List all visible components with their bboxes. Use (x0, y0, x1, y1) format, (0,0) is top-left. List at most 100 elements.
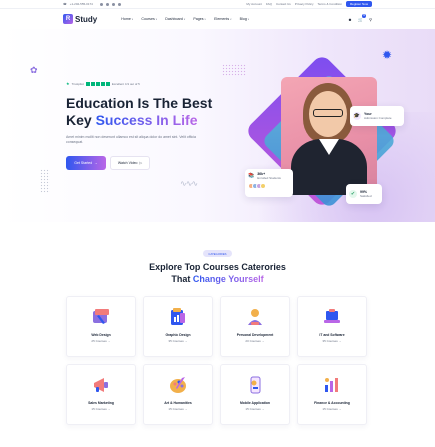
twitter-icon[interactable] (105, 2, 109, 6)
check-badge-icon: ✔ (349, 190, 357, 198)
nav-courses[interactable]: Courses (141, 17, 157, 21)
clipboard-chart-icon (167, 307, 189, 327)
category-count[interactable]: 15 Courses (245, 407, 264, 411)
category-count[interactable]: 35 Courses (322, 339, 341, 343)
category-count[interactable]: 25 Courses (91, 339, 110, 343)
phone-icon: ☎ (63, 2, 67, 6)
category-name: Graphic Design (165, 333, 191, 337)
phone-app-icon (244, 375, 266, 395)
topbar-link-terms[interactable]: Terms & Condition (317, 2, 342, 6)
category-count[interactable]: 20 Courses (245, 339, 264, 343)
star-burst-icon: ✹ (382, 48, 393, 62)
laptop-icon (321, 307, 343, 327)
hero-title: Education Is The Best Key Success In Lif… (66, 95, 236, 129)
graduation-cap-icon: 🎓 (353, 112, 361, 120)
category-card-web-design[interactable]: Web Design 25 Courses (66, 296, 136, 357)
nav-home[interactable]: Home (121, 17, 133, 21)
cart-icon[interactable]: 🛒 0 (358, 13, 367, 22)
category-name: Art & Humanities (164, 401, 192, 405)
category-name: Sales Marketing (88, 401, 114, 405)
palette-icon (167, 375, 189, 395)
category-name: Mobile Application (239, 401, 270, 405)
register-button[interactable]: Register Now (345, 1, 372, 7)
hero-section: ✿ ✹ ★ Trustpilot Excellent 4.9 out of 5 … (0, 29, 435, 222)
nav-elements[interactable]: Elements (214, 17, 232, 21)
rating-text: Excellent 4.9 out of 5 (111, 81, 140, 86)
category-name: Web Design (91, 333, 111, 337)
play-icon: ▷ (139, 161, 143, 165)
categories-badge: Categories (203, 250, 232, 257)
admission-card-sub: Admission Complete (364, 116, 392, 120)
wave-decoration: ∿∿∿ (180, 179, 198, 188)
watch-video-button[interactable]: Watch Video ▷ (110, 156, 150, 170)
nav-pages[interactable]: Pages (193, 17, 206, 21)
rating-stars (85, 81, 110, 86)
main-header: R Study Home Courses Dashboard Pages Ele… (0, 9, 435, 29)
search-icon[interactable]: ⚲ (369, 17, 372, 22)
categories-title-line1: Explore Top Courses Caterories (149, 262, 286, 272)
social-links (99, 2, 121, 6)
logo-mark: R (63, 14, 73, 24)
watch-video-label: Watch Video (117, 161, 138, 165)
category-card-finance-accounting[interactable]: Finance & Accounting 15 Courses (297, 364, 367, 425)
categories-title-line2: That (171, 274, 193, 284)
category-card-personal-development[interactable]: Personal Development 20 Courses (220, 296, 290, 357)
dots-decoration (40, 169, 50, 193)
linkedin-icon[interactable] (111, 2, 115, 6)
topbar-link-faq[interactable]: FAQ (266, 2, 272, 6)
category-count[interactable]: 15 Courses (322, 407, 341, 411)
category-name: Finance & Accounting (314, 401, 350, 405)
facebook-icon[interactable] (99, 2, 103, 6)
sparkle-icon: ✿ (30, 65, 38, 75)
hero-title-line2: Key (66, 112, 96, 128)
topbar-link-account[interactable]: My Account (246, 2, 262, 6)
megaphone-icon (90, 375, 112, 395)
main-nav: Home Courses Dashboard Pages Elements Bl… (121, 17, 249, 21)
arrow-right-icon: → (94, 161, 98, 165)
logo[interactable]: R Study (63, 14, 97, 24)
category-card-graphic-design[interactable]: Graphic Design 35 Courses (143, 296, 213, 357)
trustpilot-star-icon: ★ (66, 81, 70, 86)
category-name: IT and Software (319, 333, 345, 337)
trustpilot-label: Trustpilot (71, 81, 84, 86)
logo-text: Study (75, 14, 98, 24)
category-card-art-humanities[interactable]: Art & Humanities 15 Courses (143, 364, 213, 425)
category-count[interactable]: 35 Courses (168, 339, 187, 343)
header-actions: ☻ 🛒 0 ⚲ (348, 13, 372, 22)
nav-blog[interactable]: Blog (240, 17, 250, 21)
nav-dashboard[interactable]: Dashboard (165, 17, 185, 21)
category-count[interactable]: 15 Courses (168, 407, 187, 411)
trophy-person-icon (244, 307, 266, 327)
chart-bars-icon (321, 375, 343, 395)
cart-count-badge: 0 (362, 13, 367, 18)
category-count[interactable]: 15 Courses (91, 407, 110, 411)
get-started-button[interactable]: Get Started → (66, 156, 106, 170)
instagram-icon[interactable] (117, 2, 121, 6)
satisfaction-card: ✔ 99% Satisfied (346, 184, 382, 204)
top-bar: ☎ +1-202-555-0174 My Account FAQ Contact… (0, 0, 435, 9)
category-grid: Web Design 25 Courses Graphic Design 35 … (66, 296, 369, 425)
admission-card: 🎓 Your Admission Complete (350, 106, 404, 126)
pencil-ruler-icon (90, 307, 112, 327)
categories-title: Explore Top Courses Caterories That Chan… (110, 261, 325, 285)
category-name: Personal Development (236, 333, 274, 337)
book-icon: 📚 (248, 173, 255, 179)
topbar-link-privacy[interactable]: Privacy Policy (295, 2, 314, 6)
user-icon[interactable]: ☻ (348, 17, 352, 22)
students-card: 📚 36k+ Enrolled Students (245, 169, 293, 197)
trustpilot-rating: ★ Trustpilot Excellent 4.9 out of 5 (66, 81, 140, 86)
dots-decoration-top (222, 64, 246, 76)
satisfaction-card-sub: Satisfied (360, 194, 372, 198)
hero-title-highlight: Success In Life (95, 112, 198, 128)
contact-phone[interactable]: +1-202-555-0174 (70, 2, 93, 6)
categories-title-highlight: Change Yourself (192, 274, 264, 284)
students-card-sub: Enrolled Students (257, 176, 281, 180)
instructor-photo (281, 77, 377, 195)
hero-title-line1: Education Is The Best (66, 95, 213, 111)
category-card-mobile-application[interactable]: Mobile Application 15 Courses (220, 364, 290, 425)
category-card-it-software[interactable]: IT and Software 35 Courses (297, 296, 367, 357)
topbar-link-contact[interactable]: Contact Us (276, 2, 291, 6)
student-avatars (248, 183, 266, 189)
hero-description: Amet minim mollit non deserunt ullamco e… (66, 135, 196, 144)
category-card-sales-marketing[interactable]: Sales Marketing 15 Courses (66, 364, 136, 425)
